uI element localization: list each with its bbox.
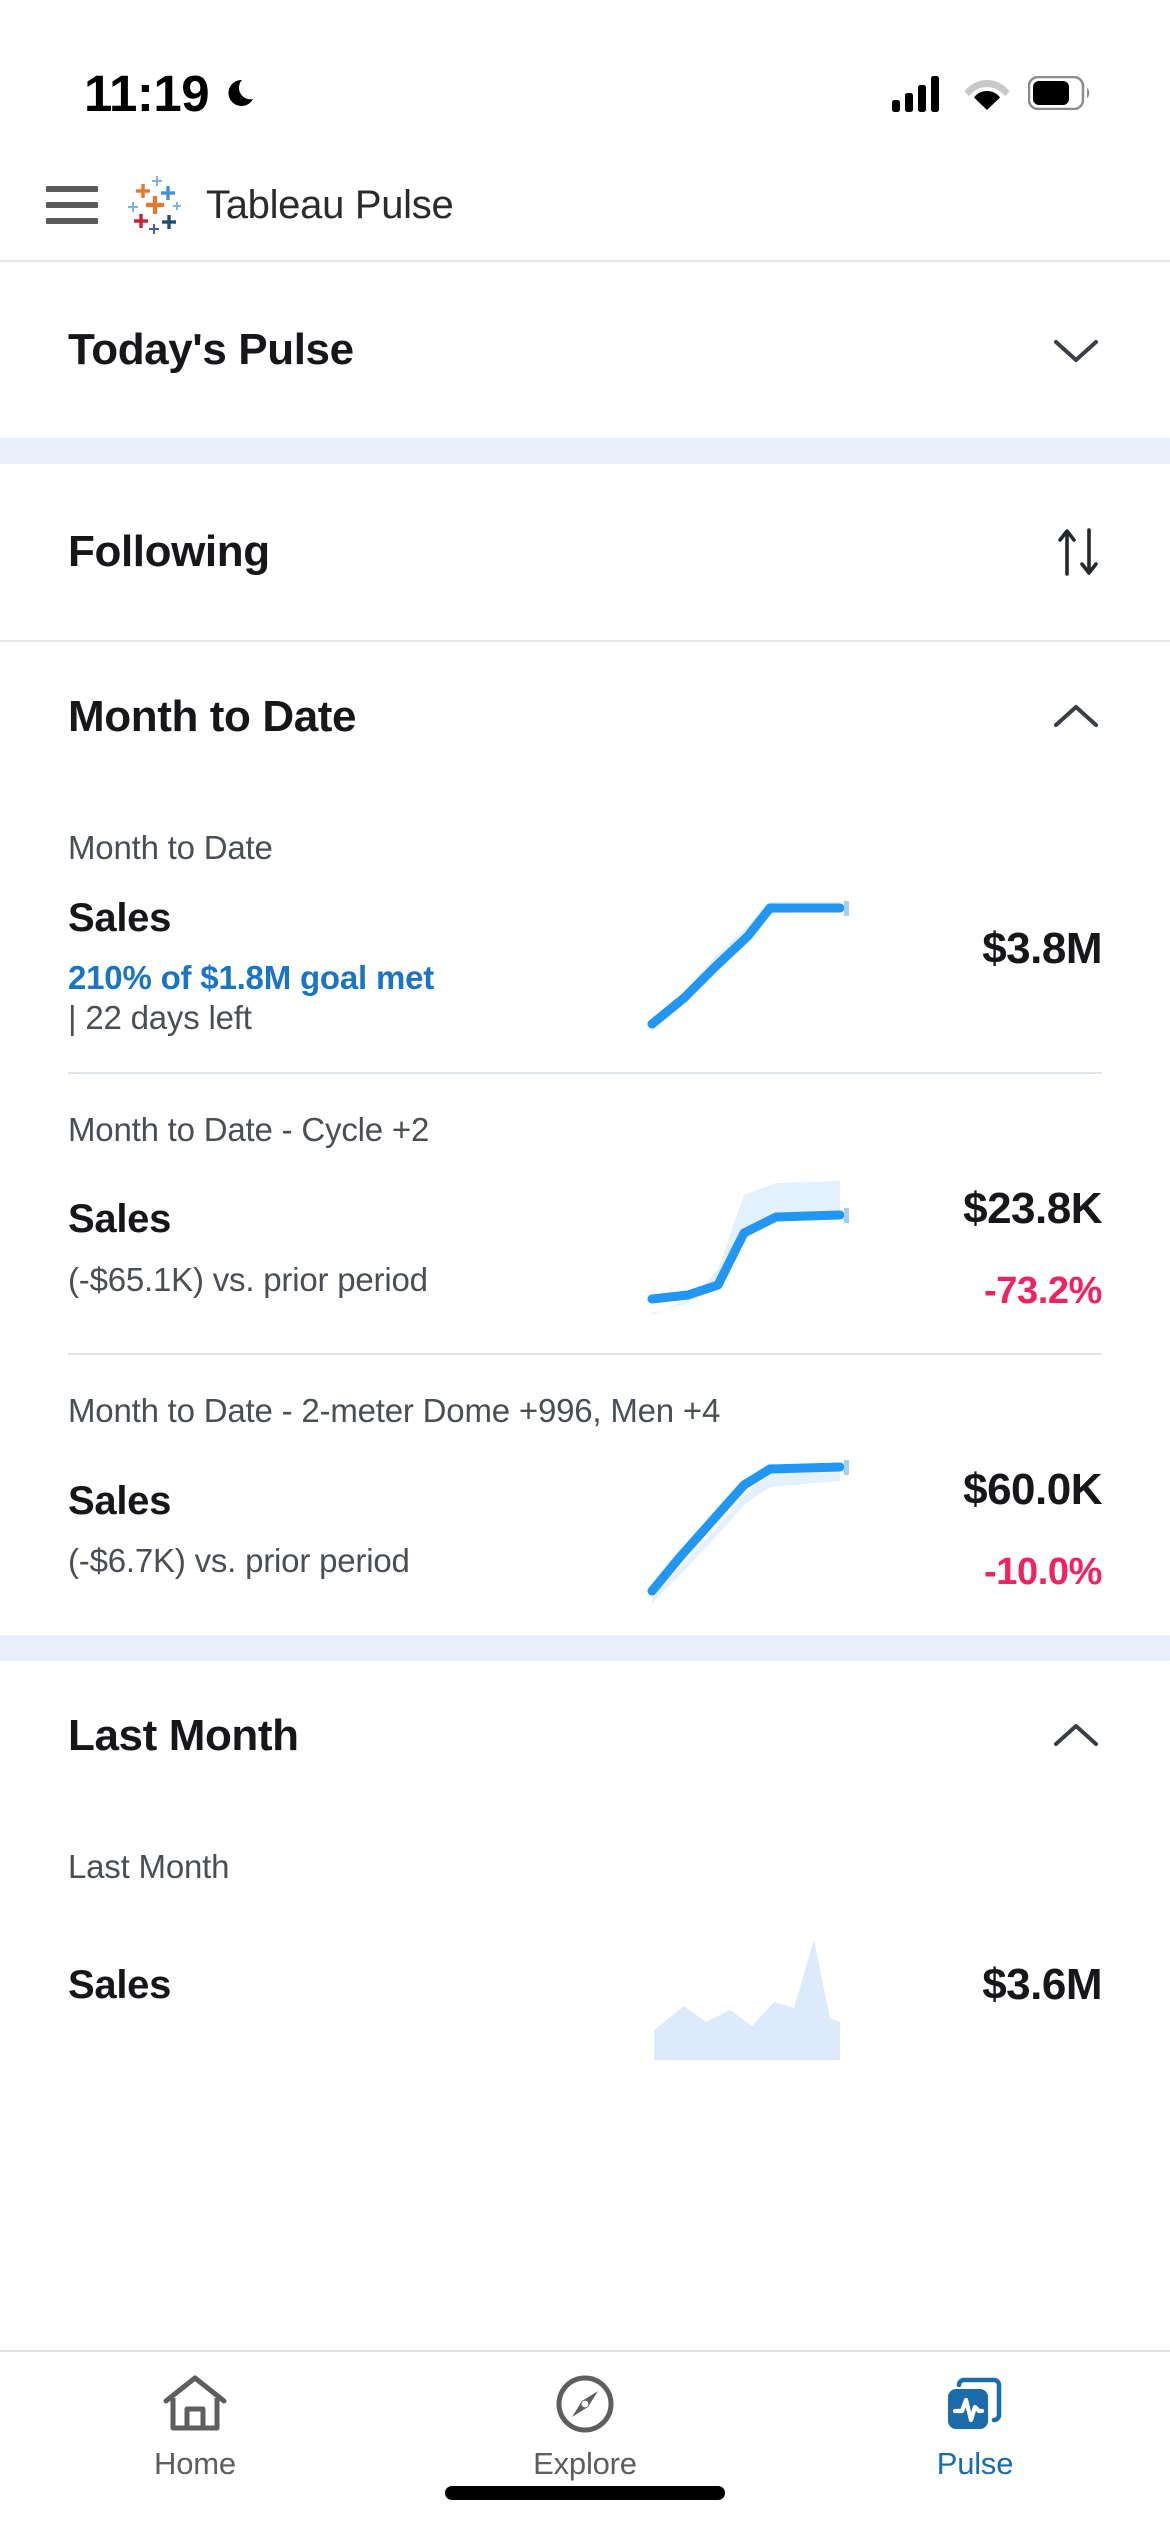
pulse-cards-icon <box>942 2372 1008 2436</box>
metric-change: -73.2% <box>983 1269 1102 1312</box>
metric-sublabel: Last Month <box>68 1847 230 1885</box>
sparkline-band <box>654 1940 840 2061</box>
wifi-icon <box>964 80 1010 110</box>
battery-icon <box>1028 76 1090 110</box>
metric-comparison-text: (-$6.7K) vs. prior period <box>68 1542 410 1580</box>
metric-card[interactable]: Month to Date - 2-meter Dome +996, Men +… <box>0 1355 1170 1635</box>
cellular-signal-icon <box>892 76 939 112</box>
section-header-todays-pulse[interactable]: Today's Pulse <box>0 262 1170 438</box>
status-bar: 11:19 <box>0 0 1170 150</box>
metric-values-block: $3.8M <box>862 892 1102 1042</box>
metric-description: (-$6.7K) vs. prior period <box>68 1541 620 1581</box>
metric-days-left-text: | 22 days left <box>68 999 252 1037</box>
metric-values-block: $60.0K -10.0% <box>862 1455 1102 1605</box>
metric-goal-text: 210% of $1.8M goal met <box>68 958 435 996</box>
metric-values-block: $3.6M <box>862 1910 1102 2060</box>
app-screen: 11:19 Tableau Pulse Today's Pulse Follow… <box>0 0 1170 2532</box>
metric-body: Sales $3.6M <box>68 1910 1102 2061</box>
sparkline-chart <box>636 892 862 1042</box>
sparkline-band <box>652 1470 840 1603</box>
following-title: Following <box>68 527 270 576</box>
metric-description: 210% of $1.8M goal met | 22 days left <box>68 958 620 1039</box>
tableau-logo-icon <box>128 176 181 234</box>
sparkline-chart <box>636 1910 862 2061</box>
sparkline-svg <box>647 1181 849 1316</box>
compass-icon <box>554 2372 616 2436</box>
tab-label: Home <box>154 2446 236 2481</box>
home-indicator <box>445 2486 725 2500</box>
section-separator-band <box>0 1634 1170 1661</box>
todays-pulse-title: Today's Pulse <box>68 325 354 374</box>
home-icon <box>162 2372 228 2436</box>
crescent-moon-icon <box>228 79 254 106</box>
sparkline-band <box>652 901 840 1032</box>
sparkline-chart <box>636 1455 862 1605</box>
sparkline-line <box>647 1210 845 1304</box>
metric-body: Sales 210% of $1.8M goal met | 22 days l… <box>68 892 1102 1042</box>
metric-name: Sales <box>68 1479 172 1524</box>
metric-name: Sales <box>68 1197 172 1242</box>
app-title: Tableau Pulse <box>206 182 454 227</box>
metric-text-block: Sales <box>68 1910 636 2060</box>
section-title: Last Month <box>68 1710 299 1760</box>
hamburger-menu-icon[interactable] <box>42 180 104 230</box>
section-title: Month to Date <box>68 692 357 741</box>
section-header-last-month[interactable]: Last Month <box>0 1660 1170 1811</box>
tab-home[interactable]: Home <box>0 2372 390 2482</box>
sparkline-endpoint-marker <box>844 1459 849 1475</box>
content-scroll-area[interactable]: Today's Pulse Following Month to Date Mo… <box>0 262 1170 2350</box>
metric-value: $23.8K <box>963 1183 1102 1233</box>
sort-arrows-icon[interactable] <box>1054 526 1102 578</box>
metric-body: Sales (-$6.7K) vs. prior period $60.0K -… <box>68 1455 1102 1605</box>
sparkline-svg <box>647 1459 849 1603</box>
metric-value: $3.6M <box>982 1960 1102 2010</box>
status-bar-time: 11:19 <box>84 64 210 122</box>
tab-label: Explore <box>533 2446 637 2481</box>
chevron-up-icon[interactable] <box>1050 1720 1102 1752</box>
status-bar-right <box>892 74 1092 112</box>
metric-comparison-text: (-$65.1K) vs. prior period <box>68 1260 428 1298</box>
section-separator-band <box>0 438 1170 464</box>
sparkline-svg <box>654 1940 840 2061</box>
metric-text-block: Sales 210% of $1.8M goal met | 22 days l… <box>68 892 636 1042</box>
section-header-following[interactable]: Following <box>0 464 1170 640</box>
sparkline-line <box>647 903 845 1029</box>
sparkline-chart <box>636 1173 862 1323</box>
bottom-tab-bar: Home Explore Pulse <box>0 2350 1170 2532</box>
metric-value: $60.0K <box>963 1465 1102 1515</box>
metric-card[interactable]: Month to Date - Cycle +2 Sales (-$65.1K)… <box>0 1073 1170 1354</box>
metric-name: Sales <box>68 1962 172 2007</box>
status-bar-left: 11:19 <box>84 64 263 123</box>
section-header-month-to-date[interactable]: Month to Date <box>0 642 1170 792</box>
metric-change: -10.0% <box>983 1551 1102 1594</box>
metric-description: (-$65.1K) vs. prior period <box>68 1260 620 1300</box>
metric-name: Sales <box>68 895 172 940</box>
metric-body: Sales (-$65.1K) vs. prior period $23.8K … <box>68 1173 1102 1323</box>
metric-card[interactable]: Month to Date Sales 210% of $1.8M goal m… <box>0 792 1170 1072</box>
metric-values-block: $23.8K -73.2% <box>862 1173 1102 1323</box>
metric-sublabel: Month to Date - 2-meter Dome +996, Men +… <box>68 1392 721 1430</box>
metric-text-block: Sales (-$6.7K) vs. prior period <box>68 1455 636 1605</box>
sparkline-endpoint-marker <box>844 900 849 916</box>
tab-pulse[interactable]: Pulse <box>780 2372 1170 2482</box>
metric-sublabel: Month to Date - Cycle +2 <box>68 1110 430 1148</box>
metric-sublabel: Month to Date <box>68 829 273 866</box>
tab-label: Pulse <box>936 2446 1014 2481</box>
tab-explore[interactable]: Explore <box>390 2372 780 2482</box>
sparkline-svg <box>647 900 849 1032</box>
metric-value: $3.8M <box>982 923 1102 973</box>
app-header: Tableau Pulse <box>0 150 1170 262</box>
chevron-up-icon[interactable] <box>1050 701 1102 733</box>
metric-card[interactable]: Last Month Sales $3.6M <box>0 1810 1170 2061</box>
sparkline-endpoint-marker <box>844 1208 849 1224</box>
chevron-down-icon[interactable] <box>1050 334 1102 366</box>
metric-text-block: Sales (-$65.1K) vs. prior period <box>68 1173 636 1323</box>
